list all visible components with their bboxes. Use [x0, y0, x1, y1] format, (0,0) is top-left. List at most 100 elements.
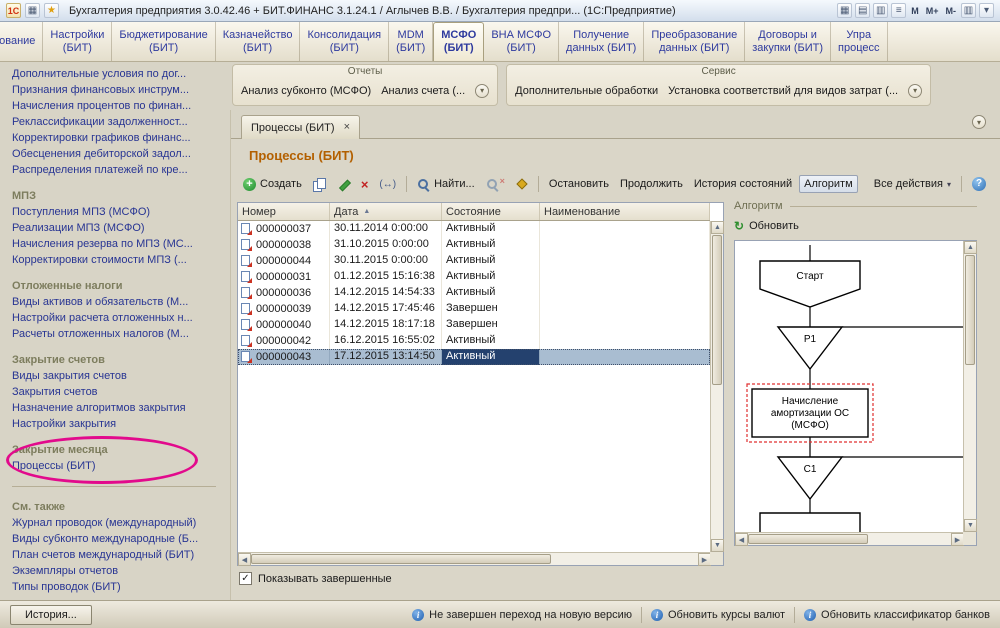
- scroll-left-button[interactable]: ◀: [238, 553, 251, 566]
- sidebar-item[interactable]: Корректировки графиков финанс...: [12, 130, 230, 146]
- sidebar-item[interactable]: Виды закрытия счетов: [12, 368, 230, 384]
- table-row[interactable]: 000000044 30.11.2015 0:00:00 Активный: [238, 253, 710, 269]
- calendar-icon[interactable]: ▤: [855, 3, 870, 18]
- table-row[interactable]: 000000037 30.11.2014 0:00:00 Активный: [238, 221, 710, 237]
- section-tab-konsolidacia[interactable]: Консолидация (БИТ): [300, 22, 389, 61]
- calculator-icon[interactable]: ▦: [837, 3, 852, 18]
- section-tab-mdm[interactable]: MDM (БИТ): [389, 22, 433, 61]
- sidebar-item[interactable]: Экземпляры отчетов: [12, 563, 216, 579]
- section-tab-poluchenie[interactable]: Получение данных (БИТ): [559, 22, 644, 61]
- configure-list-button[interactable]: [512, 178, 532, 190]
- scroll-left-button[interactable]: ◀: [735, 533, 748, 546]
- section-tab-upravlenie[interactable]: Упра процесс: [831, 22, 888, 61]
- report-analiz-scheta-button[interactable]: Анализ счета (...: [381, 85, 465, 97]
- sidebar-item[interactable]: Виды субконто международные (Б...: [12, 531, 216, 547]
- sidebar-item[interactable]: Обесценения дебиторской задол...: [12, 146, 230, 162]
- sidebar-item-processy-bit[interactable]: Процессы (БИТ): [12, 458, 230, 474]
- sidebar-item[interactable]: Типы проводок (БИТ): [12, 579, 216, 595]
- sidebar-item[interactable]: Поступления МПЗ (МСФО): [12, 204, 230, 220]
- scrollbar-thumb[interactable]: [251, 554, 551, 564]
- copy-button[interactable]: [309, 176, 330, 193]
- column-header-name[interactable]: Наименование: [540, 203, 710, 220]
- hidden-tabs-chevron-icon[interactable]: ▾: [972, 115, 986, 129]
- edit-button[interactable]: [333, 176, 354, 193]
- section-tab-msfo[interactable]: МСФО (БИТ): [433, 22, 484, 61]
- table-row-selected[interactable]: 000000043 17.12.2015 13:14:50 Активный: [238, 349, 710, 365]
- close-icon[interactable]: ×: [344, 122, 350, 133]
- scrollbar-thumb[interactable]: [965, 255, 975, 365]
- save-icon[interactable]: ▦: [25, 3, 40, 18]
- sidebar-item[interactable]: Виды активов и обязательств (М...: [12, 294, 230, 310]
- dropdown-titlebar-icon[interactable]: ▾: [979, 3, 994, 18]
- create-button[interactable]: + Создать: [239, 176, 306, 193]
- flow-vertical-scrollbar[interactable]: ▲ ▼: [963, 241, 976, 532]
- scrollbar-thumb[interactable]: [748, 534, 868, 544]
- algorithm-toggle-button[interactable]: Алгоритм: [799, 175, 858, 193]
- all-actions-button[interactable]: Все действия ▾: [870, 176, 955, 192]
- sidebar-item[interactable]: Настройки расчета отложенных н...: [12, 310, 230, 326]
- find-button[interactable]: Найти...: [413, 176, 479, 193]
- history-button[interactable]: История...: [10, 605, 92, 625]
- section-tab-dogovory[interactable]: Договоры и закупки (БИТ): [745, 22, 831, 61]
- sidebar-item[interactable]: Корректировки стоимости МПЗ (...: [12, 252, 230, 268]
- info-titlebar-icon[interactable]: ▥: [961, 3, 976, 18]
- sidebar-item[interactable]: Настройки закрытия: [12, 416, 230, 432]
- scroll-down-button[interactable]: ▼: [964, 519, 977, 532]
- sidebar-item[interactable]: План счетов международный (БИТ): [12, 547, 216, 563]
- service-dop-obrabotki-button[interactable]: Дополнительные обработки: [515, 85, 658, 97]
- book-icon[interactable]: ▥: [873, 3, 888, 18]
- stop-button[interactable]: Остановить: [545, 176, 613, 192]
- flow-node-start[interactable]: [760, 261, 860, 307]
- resume-button[interactable]: Продолжить: [616, 176, 687, 192]
- section-tab-kazna[interactable]: Казначейство (БИТ): [216, 22, 301, 61]
- status-item-version[interactable]: i Не завершен переход на новую версию: [412, 609, 632, 621]
- service-ustanovka-button[interactable]: Установка соответствий для видов затрат …: [668, 85, 898, 97]
- table-row[interactable]: 000000031 01.12.2015 15:16:38 Активный: [238, 269, 710, 285]
- table-horizontal-scrollbar[interactable]: ◀ ▶: [238, 552, 711, 565]
- menu-icon[interactable]: ≡: [891, 3, 906, 18]
- column-header-date[interactable]: Дата ▲: [330, 203, 442, 220]
- scroll-up-button[interactable]: ▲: [711, 221, 724, 234]
- reports-more-chevron-icon[interactable]: ▾: [475, 84, 489, 98]
- table-row[interactable]: 000000042 16.12.2015 16:55:02 Активный: [238, 333, 710, 349]
- section-tab-nastroyki[interactable]: Настройки (БИТ): [43, 22, 112, 61]
- sidebar-item[interactable]: Журнал проводок (международный): [12, 515, 216, 531]
- history-states-button[interactable]: История состояний: [690, 176, 796, 192]
- memory-mminus-button[interactable]: M-: [944, 6, 959, 16]
- column-header-state[interactable]: Состояние: [442, 203, 540, 220]
- table-row[interactable]: 000000038 31.10.2015 0:00:00 Активный: [238, 237, 710, 253]
- report-analiz-subkonto-button[interactable]: Анализ субконто (МСФО): [241, 85, 371, 97]
- help-button[interactable]: ?: [968, 175, 990, 193]
- flow-horizontal-scrollbar[interactable]: ◀ ▶: [735, 532, 964, 545]
- memory-m-button[interactable]: M: [909, 6, 921, 16]
- sidebar-item[interactable]: Начисления процентов по финан...: [12, 98, 230, 114]
- table-row[interactable]: 000000040 14.12.2015 18:17:18 Завершен: [238, 317, 710, 333]
- table-row[interactable]: 000000036 14.12.2015 14:54:33 Активный: [238, 285, 710, 301]
- refresh-button[interactable]: ↻ Обновить: [734, 220, 799, 232]
- scroll-down-button[interactable]: ▼: [711, 539, 724, 552]
- section-tab-vna-msfo[interactable]: ВНА МСФО (БИТ): [484, 22, 559, 61]
- show-completed-checkbox[interactable]: ✓: [239, 572, 252, 585]
- sidebar-item[interactable]: Дополнительные условия по дог...: [12, 66, 230, 82]
- column-header-number[interactable]: Номер: [238, 203, 330, 220]
- sidebar-item[interactable]: Расчеты отложенных налогов (М...: [12, 326, 230, 342]
- sidebar-item[interactable]: Реализации МПЗ (МСФО): [12, 220, 230, 236]
- section-tab-partial[interactable]: рование: [0, 22, 43, 61]
- scroll-up-button[interactable]: ▲: [964, 241, 977, 254]
- delete-button[interactable]: ×: [357, 176, 373, 193]
- status-item-currency[interactable]: i Обновить курсы валют: [651, 609, 785, 621]
- table-row[interactable]: 000000039 14.12.2015 17:45:46 Завершен: [238, 301, 710, 317]
- clear-find-button[interactable]: ×: [482, 176, 509, 193]
- favorites-star-icon[interactable]: ★: [44, 3, 59, 18]
- sidebar-item[interactable]: Начисления резерва по МПЗ (МС...: [12, 236, 230, 252]
- set-interval-button[interactable]: (↔): [375, 177, 400, 192]
- document-tab-processy[interactable]: Процессы (БИТ) ×: [241, 115, 360, 139]
- table-vertical-scrollbar[interactable]: ▲ ▼: [710, 221, 723, 552]
- section-tab-preobrazovanie[interactable]: Преобразование данных (БИТ): [644, 22, 745, 61]
- flow-node-next-partial[interactable]: [760, 513, 860, 532]
- sidebar-item[interactable]: Реклассификации задолженност...: [12, 114, 230, 130]
- sidebar-item[interactable]: Распределения платежей по кре...: [12, 162, 230, 178]
- memory-mplus-button[interactable]: M+: [924, 6, 941, 16]
- sidebar-item[interactable]: Назначение алгоритмов закрытия: [12, 400, 230, 416]
- sidebar-item[interactable]: Признания финансовых инструм...: [12, 82, 230, 98]
